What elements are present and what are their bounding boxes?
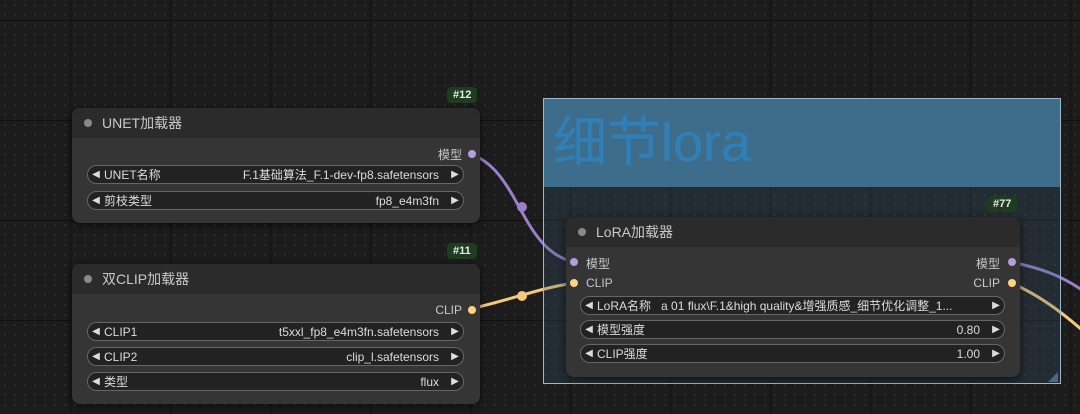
group-title: 细节lora bbox=[553, 113, 752, 173]
widget-weight-dtype[interactable]: ◀ 剪枝类型 fp8_e4m3fn ▶ bbox=[87, 191, 464, 210]
decrement-arrow-icon[interactable]: ◀ bbox=[581, 348, 597, 359]
input-label-clip: CLIP bbox=[586, 276, 613, 290]
decrement-arrow-icon[interactable]: ◀ bbox=[88, 169, 104, 180]
increment-arrow-icon[interactable]: ▶ bbox=[988, 348, 1004, 359]
node-title-bar[interactable]: 双CLIP加载器 bbox=[72, 264, 480, 294]
node-title: 双CLIP加载器 bbox=[102, 271, 190, 287]
graph-canvas[interactable]: 细节lora #12 UNET加载器 模型 ◀ UNET名称 F.1基础算法_F… bbox=[0, 0, 1080, 414]
node-title: UNET加载器 bbox=[102, 115, 183, 131]
output-label-clip: CLIP bbox=[973, 276, 1000, 290]
output-label-model: 模型 bbox=[437, 148, 462, 162]
widget-lora-name[interactable]: ◀ LoRA名称 a 01 flux\F.1&high quality&增强质感… bbox=[580, 296, 1005, 315]
collapse-dot-icon[interactable] bbox=[84, 275, 92, 283]
input-port-model[interactable] bbox=[570, 258, 578, 266]
link-model-midpoint[interactable] bbox=[517, 202, 527, 212]
increment-arrow-icon[interactable]: ▶ bbox=[447, 376, 463, 387]
node-unet-loader[interactable]: UNET加载器 模型 ◀ UNET名称 F.1基础算法_F.1-dev-fp8.… bbox=[72, 108, 480, 223]
decrement-arrow-icon[interactable]: ◀ bbox=[88, 326, 104, 337]
group-resize-handle-icon[interactable] bbox=[1048, 372, 1058, 382]
decrement-arrow-icon[interactable]: ◀ bbox=[88, 376, 104, 387]
group-header[interactable]: 细节lora bbox=[544, 99, 1060, 187]
output-port-clip[interactable] bbox=[468, 306, 476, 314]
link-clip-midpoint[interactable] bbox=[517, 291, 527, 301]
output-port-model[interactable] bbox=[1008, 258, 1016, 266]
increment-arrow-icon[interactable]: ▶ bbox=[988, 300, 1004, 311]
node-id-badge: #12 bbox=[447, 87, 478, 103]
node-id-badge: #77 bbox=[987, 196, 1018, 212]
decrement-arrow-icon[interactable]: ◀ bbox=[88, 195, 104, 206]
widget-clip1[interactable]: ◀ CLIP1 t5xxl_fp8_e4m3fn.safetensors ▶ bbox=[87, 322, 464, 341]
output-port-clip[interactable] bbox=[1008, 279, 1016, 287]
decrement-arrow-icon[interactable]: ◀ bbox=[581, 324, 597, 335]
collapse-dot-icon[interactable] bbox=[578, 228, 586, 236]
decrement-arrow-icon[interactable]: ◀ bbox=[88, 351, 104, 362]
input-port-clip[interactable] bbox=[570, 279, 578, 287]
output-port-model[interactable] bbox=[468, 150, 476, 158]
node-title-bar[interactable]: LoRA加载器 bbox=[566, 217, 1020, 247]
widget-clip-strength[interactable]: ◀ CLIP强度 1.00 ▶ bbox=[580, 344, 1005, 363]
increment-arrow-icon[interactable]: ▶ bbox=[447, 195, 463, 206]
increment-arrow-icon[interactable]: ▶ bbox=[447, 169, 463, 180]
input-label-model: 模型 bbox=[586, 257, 611, 271]
widget-clip2[interactable]: ◀ CLIP2 clip_l.safetensors ▶ bbox=[87, 347, 464, 366]
collapse-dot-icon[interactable] bbox=[84, 119, 92, 127]
increment-arrow-icon[interactable]: ▶ bbox=[447, 326, 463, 337]
output-label-model: 模型 bbox=[975, 257, 1000, 271]
node-title-bar[interactable]: UNET加载器 bbox=[72, 108, 480, 138]
node-dual-clip-loader[interactable]: 双CLIP加载器 CLIP ◀ CLIP1 t5xxl_fp8_e4m3fn.s… bbox=[72, 264, 480, 404]
decrement-arrow-icon[interactable]: ◀ bbox=[581, 300, 597, 311]
widget-clip-type[interactable]: ◀ 类型 flux ▶ bbox=[87, 372, 464, 391]
widget-model-strength[interactable]: ◀ 模型强度 0.80 ▶ bbox=[580, 320, 1005, 339]
output-label-clip: CLIP bbox=[435, 303, 462, 317]
node-id-badge: #11 bbox=[447, 243, 477, 259]
node-lora-loader[interactable]: LoRA加载器 模型 CLIP 模型 CLIP ◀ LoRA名称 a 01 fl… bbox=[566, 217, 1020, 377]
widget-unet-name[interactable]: ◀ UNET名称 F.1基础算法_F.1-dev-fp8.safetensors… bbox=[87, 165, 464, 184]
node-title: LoRA加载器 bbox=[596, 224, 674, 240]
increment-arrow-icon[interactable]: ▶ bbox=[988, 324, 1004, 335]
increment-arrow-icon[interactable]: ▶ bbox=[447, 351, 463, 362]
